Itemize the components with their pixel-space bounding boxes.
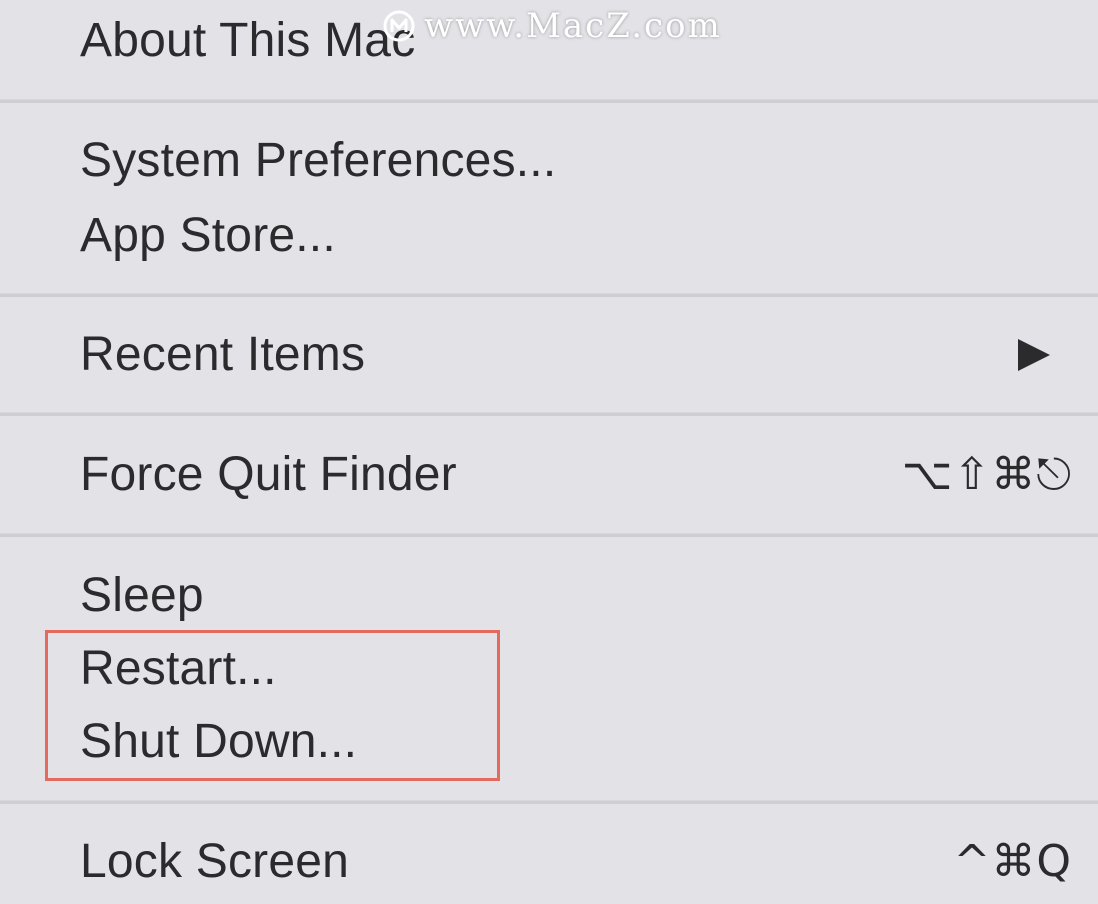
macz-logo-icon [383, 10, 415, 42]
menu-item-label: System Preferences... [80, 134, 557, 187]
apple-menu: About This Mac System Preferences... App… [0, 0, 1098, 904]
watermark-text: www.MacZ.com [424, 6, 722, 46]
menu-item-label: Recent Items [80, 328, 366, 381]
menu-item-label: App Store... [80, 209, 336, 262]
menu-item-label: About This Mac [80, 14, 416, 67]
menu-item-recent-items[interactable]: Recent Items [0, 320, 1098, 390]
watermark: www.MacZ.com [382, 6, 722, 46]
menu-item-label: Sleep [80, 569, 204, 622]
menu-item-sleep[interactable]: Sleep [0, 561, 1098, 631]
menu-item-label: Force Quit Finder [80, 448, 457, 501]
keyboard-shortcut: ^⌘Q [953, 836, 1072, 887]
menu-item-system-preferences[interactable]: System Preferences... [0, 126, 1098, 196]
menu-item-app-store[interactable]: App Store... [0, 201, 1098, 271]
submenu-arrow-icon [1018, 339, 1050, 371]
menu-separator [0, 99, 1098, 103]
highlight-annotation-box [45, 630, 500, 781]
menu-item-force-quit[interactable]: Force Quit Finder ⌥⇧⌘⎋ [0, 440, 1098, 510]
menu-separator [0, 800, 1098, 804]
menu-item-lock-screen[interactable]: Lock Screen ^⌘Q [0, 827, 1098, 897]
menu-separator [0, 533, 1098, 537]
keyboard-shortcut: ⌥⇧⌘⎋ [901, 449, 1072, 500]
menu-separator [0, 412, 1098, 416]
menu-separator [0, 293, 1098, 297]
menu-item-label: Lock Screen [80, 835, 350, 888]
